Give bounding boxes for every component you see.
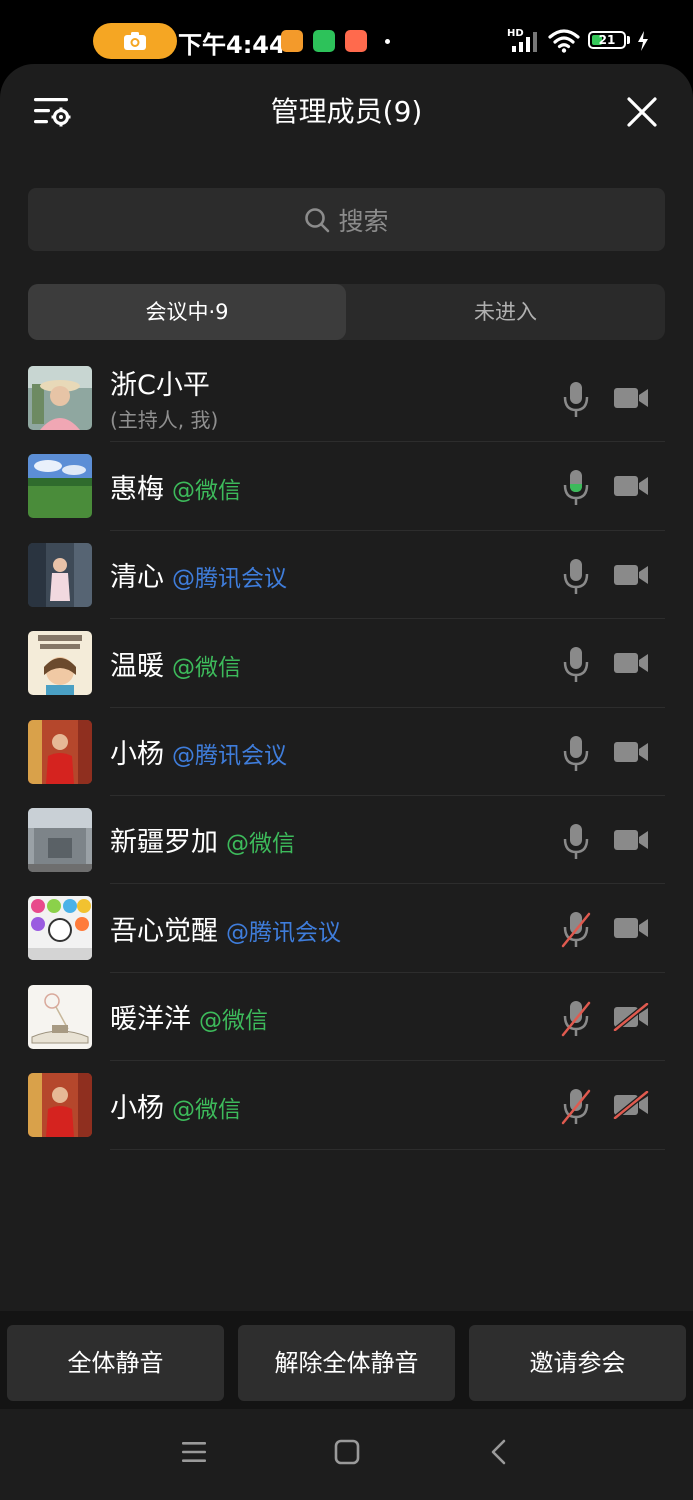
participant-row[interactable]: 新疆罗加 @微信 (0, 796, 693, 885)
video-camera-icon[interactable] (612, 738, 650, 766)
more-notifications-dot (385, 39, 390, 44)
mute-all-button[interactable]: 全体静音 (7, 1325, 224, 1401)
participant-row[interactable]: 温暖 @微信 (0, 619, 693, 708)
participant-row[interactable]: 清心 @腾讯会议 (0, 531, 693, 620)
unmute-all-button[interactable]: 解除全体静音 (238, 1325, 455, 1401)
back-icon[interactable] (488, 1439, 510, 1465)
participant-name: 暖洋洋 (110, 1004, 191, 1036)
video-camera-off-icon[interactable] (612, 1091, 650, 1120)
avatar (28, 896, 92, 961)
participant-row[interactable]: 浙C小平 (主持人, 我) (0, 354, 693, 443)
video-camera-icon[interactable] (612, 472, 650, 500)
avatar (28, 719, 92, 784)
participant-row[interactable]: 吾心觉醒 @腾讯会议 (0, 884, 693, 973)
invite-button[interactable]: 邀请参会 (469, 1325, 686, 1401)
action-bar: 全体静音 解除全体静音 邀请参会 (0, 1311, 693, 1409)
participant-row[interactable]: 暖洋洋 @微信 (0, 973, 693, 1062)
screen-record-indicator[interactable] (93, 23, 177, 59)
member-status-tabs: 会议中·9 未进入 (28, 284, 665, 340)
participant-list: 浙C小平 (主持人, 我) 惠梅 @微信 清心 @腾讯会议 温暖 @微信 小杨 … (0, 354, 693, 1150)
avatar (28, 984, 92, 1049)
participant-row[interactable]: 惠梅 @微信 (0, 442, 693, 531)
avatar (28, 366, 92, 430)
participant-source: @微信 (199, 1008, 268, 1035)
microphone-speaking-icon[interactable] (560, 468, 592, 508)
tab-not-joined[interactable]: 未进入 (346, 284, 665, 340)
microphone-icon[interactable] (560, 734, 592, 774)
system-navigation-bar (0, 1409, 693, 1500)
participant-name: 吾心觉醒 (110, 915, 218, 947)
status-bar: 下午4:44 HD 21 (0, 0, 693, 66)
participant-row[interactable]: 小杨 @腾讯会议 (0, 708, 693, 796)
avatar (28, 807, 92, 872)
participant-name: 惠梅 (110, 473, 164, 505)
search-icon (305, 207, 330, 232)
video-camera-icon[interactable] (612, 826, 650, 854)
avatar (28, 631, 92, 696)
participant-row[interactable]: 小杨 @微信 (0, 1061, 693, 1150)
participant-role: (主持人, 我) (110, 408, 219, 432)
video-camera-icon[interactable] (612, 649, 650, 677)
microphone-icon[interactable] (560, 645, 592, 685)
clock: 下午4:44 (178, 31, 286, 59)
participant-source: @微信 (226, 831, 295, 858)
battery-level: 21 (598, 33, 616, 47)
wifi-icon (548, 29, 580, 53)
participant-source: @微信 (172, 654, 241, 681)
signal-icon (512, 32, 537, 52)
close-icon[interactable] (626, 96, 658, 128)
participant-name: 小杨 (110, 1092, 164, 1124)
participant-source: @微信 (172, 1096, 241, 1123)
camera-icon (124, 32, 146, 50)
microphone-muted-icon[interactable] (560, 999, 592, 1039)
video-camera-icon[interactable] (612, 384, 650, 412)
shopping-notification-icon (345, 30, 367, 52)
participant-source: @微信 (172, 477, 241, 504)
video-camera-icon[interactable] (612, 561, 650, 589)
participant-name: 温暖 (110, 650, 164, 682)
microphone-icon[interactable] (560, 557, 592, 597)
video-camera-icon[interactable] (612, 914, 650, 942)
wechat-notification-icon (313, 30, 335, 52)
participant-name: 清心 (110, 562, 164, 594)
microphone-muted-icon[interactable] (560, 910, 592, 950)
participant-source: @腾讯会议 (172, 566, 287, 593)
video-camera-off-icon[interactable] (612, 1002, 650, 1031)
menu-icon[interactable] (181, 1439, 207, 1465)
search-placeholder: 搜索 (338, 206, 389, 236)
manage-members-sheet: 管理成员(9) 搜索 会议中·9 未进入 浙C小平 (主持人, 我) 惠梅 @微… (0, 64, 693, 1500)
home-icon[interactable] (334, 1439, 360, 1465)
tab-in-meeting[interactable]: 会议中·9 (28, 284, 346, 340)
page-title: 管理成员(9) (270, 95, 423, 128)
battery-icon: 21 (588, 31, 626, 49)
participant-source: @腾讯会议 (172, 743, 287, 770)
microphone-icon[interactable] (560, 822, 592, 862)
participant-name: 浙C小平 (110, 370, 210, 401)
charging-icon (638, 31, 648, 51)
avatar (28, 542, 92, 607)
app-notification-icon (281, 30, 303, 52)
search-input[interactable]: 搜索 (28, 188, 665, 251)
avatar (28, 454, 92, 519)
microphone-muted-icon[interactable] (560, 1087, 592, 1127)
participant-name: 新疆罗加 (110, 827, 218, 859)
participant-name: 小杨 (110, 739, 164, 771)
participant-source: @腾讯会议 (226, 919, 341, 946)
avatar (28, 1073, 92, 1138)
microphone-icon[interactable] (560, 380, 592, 420)
